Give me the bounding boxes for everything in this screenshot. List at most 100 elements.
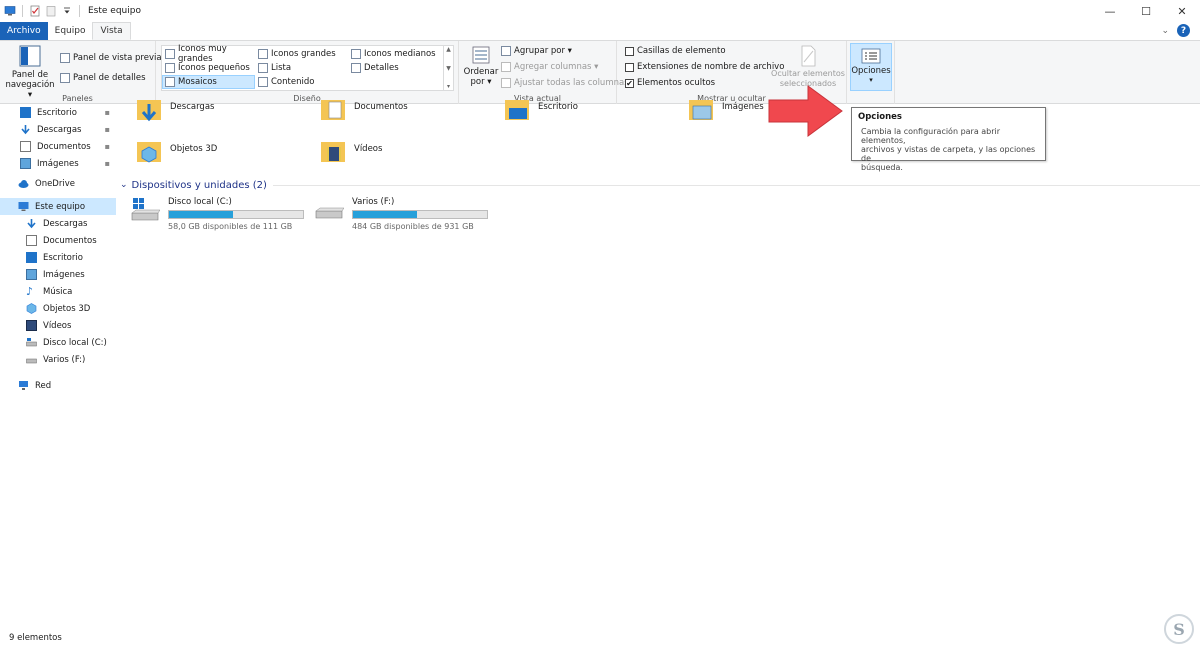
size-all-columns-button[interactable]: Ajustar todas las columnas: [501, 76, 629, 90]
maximize-button[interactable]: ☐: [1128, 0, 1164, 22]
group-by-button[interactable]: Agrupar por ▾: [501, 44, 572, 58]
layout-tiles[interactable]: Mosaicos: [162, 75, 255, 89]
pin-icon[interactable]: ▪: [105, 108, 110, 117]
options-dropdown-arrow: ▾: [869, 76, 873, 84]
nav-pc-musica[interactable]: ♪ Música: [0, 283, 116, 300]
nav-network[interactable]: Red: [0, 377, 116, 394]
pin-icon[interactable]: ▪: [105, 125, 110, 134]
nav-onedrive[interactable]: OneDrive: [0, 175, 116, 192]
ribbon-tabs: Archivo Equipo Vista ⌄ ?: [0, 22, 1200, 40]
item-checkboxes-toggle[interactable]: Casillas de elemento: [625, 44, 726, 58]
sort-by-button[interactable]: Ordenar por ▾: [463, 45, 499, 87]
new-folder-icon[interactable]: [45, 5, 57, 17]
ribbon: Panel de navegación ▾ Panel de vista pre…: [0, 40, 1200, 104]
cloud-icon: [18, 178, 29, 189]
tab-file[interactable]: Archivo: [0, 22, 48, 40]
content-icon: [258, 77, 268, 87]
layout-gallery-scroll[interactable]: ▲ ▼ ▾: [443, 46, 453, 90]
folder-tile-objetos-3d[interactable]: Objetos 3D: [136, 138, 218, 163]
layout-content[interactable]: Contenido: [256, 75, 348, 89]
folder-tile-descargas[interactable]: Descargas: [136, 96, 214, 122]
item-checkboxes-checkbox[interactable]: [625, 46, 634, 56]
section-chevron-icon[interactable]: ⌄: [120, 180, 128, 190]
tooltip-line-2: archivos y vistas de carpeta, y las opci…: [861, 145, 1036, 163]
nav-pc-imagenes[interactable]: Imágenes: [0, 266, 116, 283]
devices-section-title: Dispositivos y unidades (2): [131, 179, 267, 191]
nav-item-label: Imágenes: [37, 158, 79, 169]
tiles-label: Mosaicos: [178, 77, 217, 87]
file-extensions-toggle[interactable]: Extensiones de nombre de archivo: [625, 60, 784, 74]
drive-name: Disco local (C:): [168, 197, 232, 207]
hide-selected-button[interactable]: Ocultar elementos seleccionados: [769, 45, 847, 89]
folder-tile-videos[interactable]: Vídeos: [320, 138, 382, 162]
nav-quick-imagenes[interactable]: Imágenes ▪: [0, 155, 116, 172]
tab-computer[interactable]: Equipo: [48, 22, 93, 40]
title-bar: Este equipo — ☐ ✕: [0, 0, 1200, 22]
nav-quick-descargas[interactable]: Descargas ▪: [0, 121, 116, 138]
tab-view[interactable]: Vista: [92, 22, 131, 40]
scroll-down-icon[interactable]: ▼: [446, 65, 451, 72]
collapse-ribbon-button[interactable]: ⌄: [1161, 26, 1169, 36]
nav-pc-objetos-3d[interactable]: Objetos 3D: [0, 300, 116, 317]
options-group: Opciones ▾: [847, 41, 895, 104]
nav-quick-documentos[interactable]: Documentos ▪: [0, 138, 116, 155]
nav-pc-disco-c[interactable]: Disco local (C:): [0, 334, 116, 351]
watermark-logo: S: [1164, 614, 1194, 644]
options-button[interactable]: Opciones ▾: [850, 43, 892, 91]
properties-icon[interactable]: [29, 5, 41, 17]
drive-info: Varios (F:) 484 GB disponibles de 931 GB: [352, 197, 488, 231]
close-button[interactable]: ✕: [1164, 0, 1200, 22]
nav-pc-descargas[interactable]: Descargas: [0, 215, 116, 232]
layout-small-icons[interactable]: Iconos pequeños: [163, 61, 255, 75]
add-columns-label: Agregar columnas ▾: [514, 62, 599, 72]
details-label: Detalles: [364, 63, 399, 73]
pin-icon[interactable]: ▪: [105, 159, 110, 168]
nav-this-pc[interactable]: Este equipo: [0, 198, 116, 215]
add-columns-icon: [501, 62, 511, 72]
scroll-up-icon[interactable]: ▲: [446, 46, 451, 53]
options-label: Opciones: [851, 66, 891, 76]
devices-section-header[interactable]: ⌄ Dispositivos y unidades (2): [120, 178, 1200, 192]
customize-toolbar-icon[interactable]: [61, 5, 73, 17]
layout-gallery: Iconos muy grandes Iconos grandes Iconos…: [161, 44, 454, 91]
layout-list[interactable]: Lista: [256, 61, 348, 75]
nav-pc-varios-f[interactable]: Varios (F:): [0, 351, 116, 368]
cube-icon: [26, 303, 37, 314]
minimize-button[interactable]: —: [1092, 0, 1128, 22]
window-controls: — ☐ ✕: [1092, 0, 1200, 22]
nav-pc-documentos[interactable]: Documentos: [0, 232, 116, 249]
layout-large-icons[interactable]: Iconos grandes: [256, 47, 348, 61]
layout-details[interactable]: Detalles: [349, 61, 441, 75]
details-pane-button[interactable]: Panel de detalles: [60, 71, 146, 85]
layout-extra-large-icons[interactable]: Iconos muy grandes: [163, 44, 255, 64]
drive-tile-c[interactable]: Disco local (C:) 58,0 GB disponibles de …: [130, 197, 304, 231]
music-note-icon: ♪: [26, 285, 34, 298]
nav-pc-videos[interactable]: Vídeos: [0, 317, 116, 334]
pictures-icon: [20, 158, 31, 169]
hard-drive-icon: [26, 354, 37, 365]
folder-tile-imagenes[interactable]: Imágenes: [688, 96, 764, 120]
computer-icon[interactable]: [4, 5, 16, 17]
folder-label: Objetos 3D: [170, 144, 218, 154]
hidden-items-checkbox[interactable]: ✔: [625, 78, 634, 88]
folder-tile-escritorio[interactable]: Escritorio: [504, 96, 578, 120]
nav-pc-escritorio[interactable]: Escritorio: [0, 249, 116, 266]
content-area: Descargas Documentos Escritorio Imágenes…: [118, 100, 1200, 628]
nav-item-label: Descargas: [43, 218, 88, 229]
folder-tile-documentos[interactable]: Documentos: [320, 96, 408, 120]
pin-icon[interactable]: ▪: [105, 142, 110, 151]
quick-access-toolbar: [0, 5, 82, 17]
nav-item-label: Disco local (C:): [43, 337, 107, 348]
layout-medium-icons[interactable]: Iconos medianos: [349, 47, 441, 61]
navigation-pane-button[interactable]: Panel de navegación ▾: [5, 45, 55, 100]
add-columns-button[interactable]: Agregar columnas ▾: [501, 60, 598, 74]
preview-pane-button[interactable]: Panel de vista previa: [60, 51, 162, 65]
expand-gallery-icon[interactable]: ▾: [447, 83, 450, 90]
help-icon[interactable]: ?: [1177, 24, 1190, 37]
item-checkboxes-label: Casillas de elemento: [637, 46, 726, 56]
hidden-items-toggle[interactable]: ✔ Elementos ocultos: [625, 76, 715, 90]
file-extensions-checkbox[interactable]: [625, 62, 634, 72]
drive-tile-f[interactable]: Varios (F:) 484 GB disponibles de 931 GB: [314, 197, 488, 231]
tooltip-title: Opciones: [858, 112, 902, 122]
nav-quick-escritorio[interactable]: Escritorio ▪: [0, 104, 116, 121]
